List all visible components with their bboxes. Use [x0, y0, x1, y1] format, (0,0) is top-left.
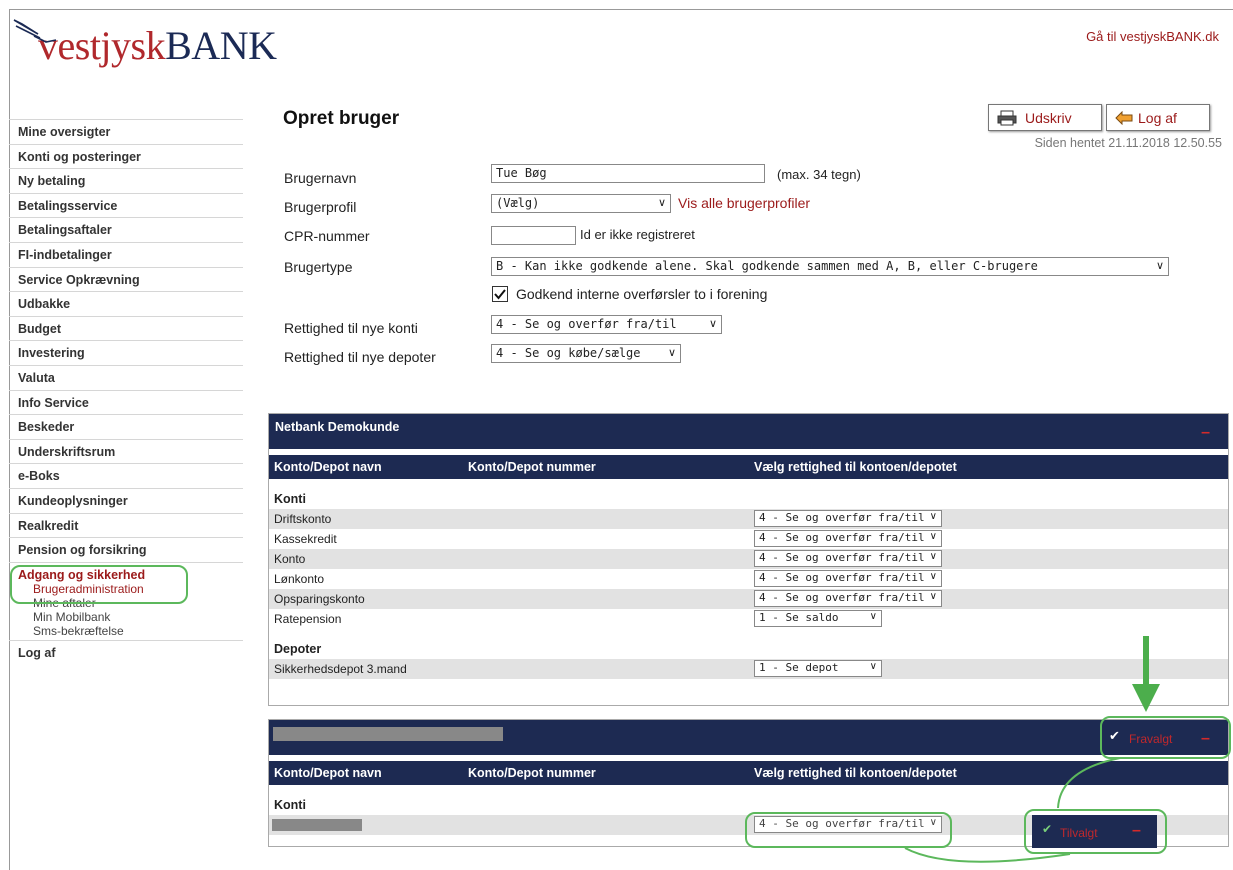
annotation-arrows	[904, 636, 1160, 863]
